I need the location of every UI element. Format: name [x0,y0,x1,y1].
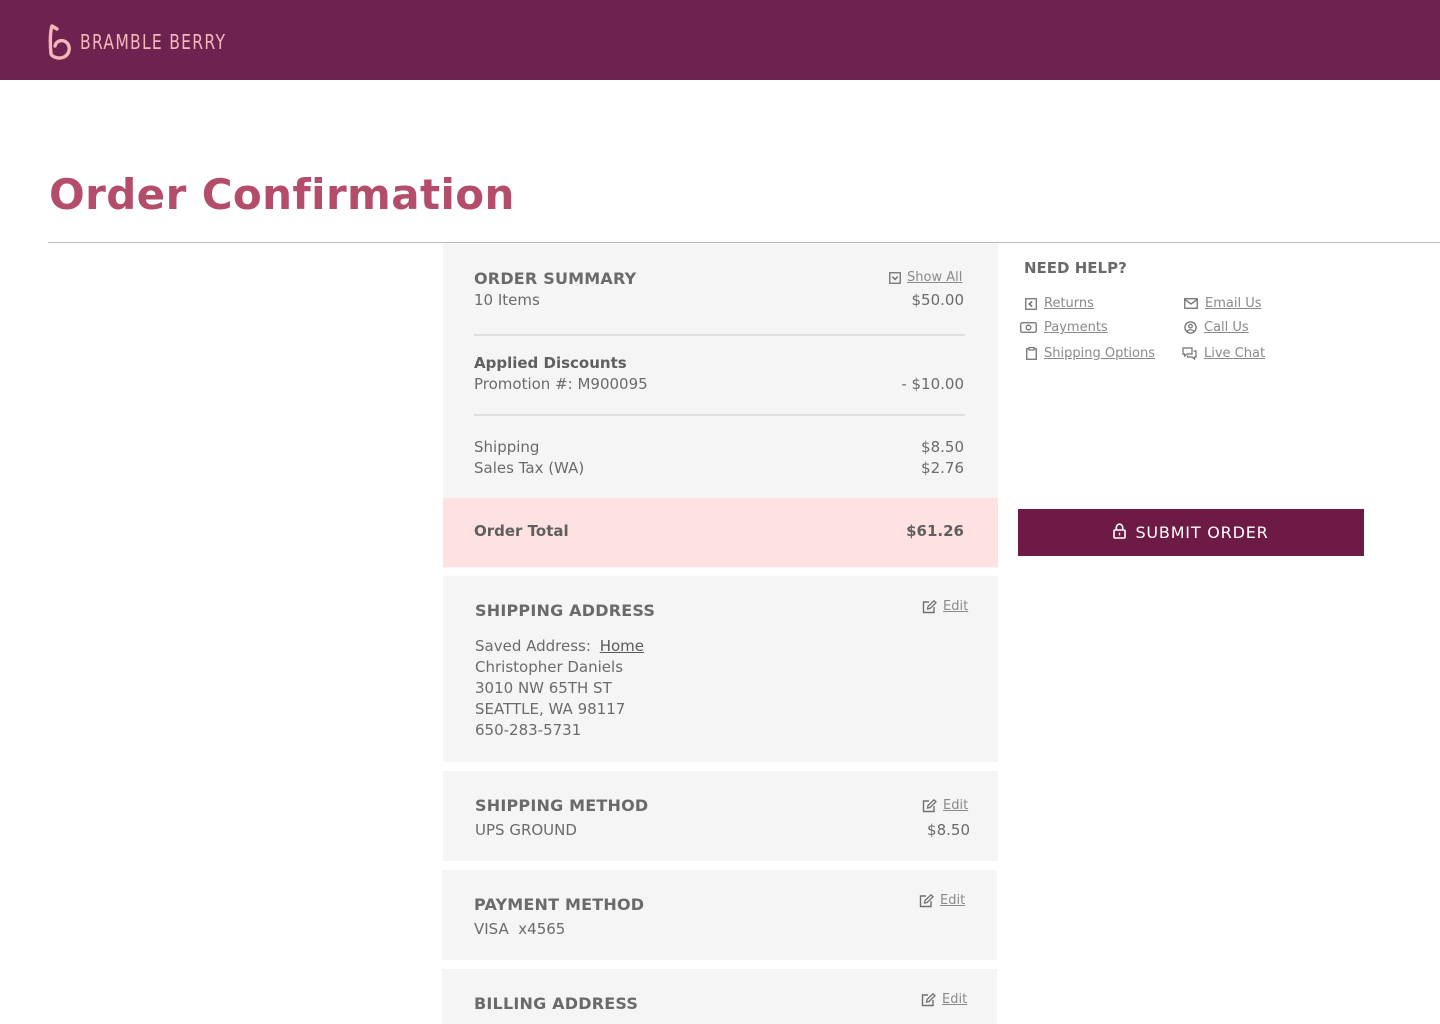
help-link-label: Payments [1044,320,1108,335]
summary-divider [474,334,965,336]
expand-icon [889,271,901,284]
sales-tax-amount: $2.76 [921,459,964,477]
help-link-label: Returns [1044,296,1094,311]
address-line1: 3010 NW 65TH ST [475,679,612,697]
help-link-call[interactable]: Call Us [1184,320,1249,335]
shipping-method-title: SHIPPING METHOD [475,796,649,815]
help-link-live-chat[interactable]: Live Chat [1182,346,1265,361]
sales-tax-label: Sales Tax (WA) [474,459,585,477]
help-link-label: Email Us [1205,296,1262,311]
payment-method-title: PAYMENT METHOD [474,895,645,914]
help-link-shipping-options[interactable]: Shipping Options [1026,346,1155,361]
shipping-method-panel [443,771,998,861]
submit-order-button[interactable]: SUBMIT ORDER [1018,509,1364,556]
help-link-email[interactable]: Email Us [1184,296,1262,311]
edit-icon [919,893,934,908]
shipping-amount: $8.50 [921,438,964,456]
chat-icon [1182,347,1197,360]
brand-logo-mark-icon [48,24,72,60]
help-link-label: Live Chat [1204,346,1266,361]
edit-icon [922,798,937,813]
payment-method-panel [442,870,997,960]
edit-shipping-address-link[interactable]: Edit [922,599,968,614]
address-name: Christopher Daniels [475,658,624,676]
shipping-icon [1026,347,1037,360]
edit-shipping-method-link[interactable]: Edit [922,798,968,813]
saved-address-row: Saved Address: Home [475,637,644,655]
edit-label: Edit [940,893,966,908]
page-title: Order Confirmation [49,170,515,219]
show-all-link[interactable]: Show All [889,270,962,285]
discounts-title: Applied Discounts [474,354,627,372]
shipping-address-title: SHIPPING ADDRESS [475,601,656,620]
lock-icon [1113,523,1127,542]
edit-label: Edit [943,798,969,813]
promotion-code: Promotion #: M900095 [474,375,648,393]
returns-icon [1025,297,1037,310]
shipping-label: Shipping [474,438,540,456]
submit-order-label: SUBMIT ORDER [1135,523,1269,542]
promotion-amount: - $10.00 [901,375,964,393]
saved-address-prefix: Saved Address: [475,637,591,655]
edit-label: Edit [942,992,968,1007]
site-header: BRAMBLE BERRY [0,0,1440,80]
edit-icon [922,599,937,614]
help-link-label: Call Us [1204,320,1249,335]
order-total-label: Order Total [474,522,569,540]
help-link-payments[interactable]: Payments [1020,320,1108,335]
payment-card: VISA x4565 [474,920,566,938]
edit-billing-address-link[interactable]: Edit [921,992,967,1007]
help-link-returns[interactable]: Returns [1025,296,1094,311]
order-summary-title: ORDER SUMMARY [474,269,637,288]
need-help-title: NEED HELP? [1024,259,1127,277]
phone-icon [1184,321,1197,334]
address-phone: 650-283-5731 [475,721,582,739]
items-count: 10 Items [474,291,540,309]
payments-icon [1020,322,1037,333]
help-link-label: Shipping Options [1044,346,1156,361]
summary-divider [474,414,965,416]
edit-icon [921,992,936,1007]
shipping-method-amount: $8.50 [927,821,970,839]
items-amount: $50.00 [911,291,965,309]
saved-address-name-link[interactable]: Home [600,637,644,655]
shipping-method-name: UPS GROUND [475,821,577,839]
edit-payment-method-link[interactable]: Edit [919,893,965,908]
show-all-label: Show All [907,270,963,285]
address-line2: SEATTLE, WA 98117 [475,700,626,718]
brand-name: BRAMBLE BERRY [80,30,227,54]
billing-address-title: BILLING ADDRESS [474,994,639,1013]
order-total-amount: $61.26 [906,522,964,540]
brand-logo[interactable]: BRAMBLE BERRY [48,24,268,60]
edit-label: Edit [943,599,969,614]
email-icon [1184,298,1198,309]
